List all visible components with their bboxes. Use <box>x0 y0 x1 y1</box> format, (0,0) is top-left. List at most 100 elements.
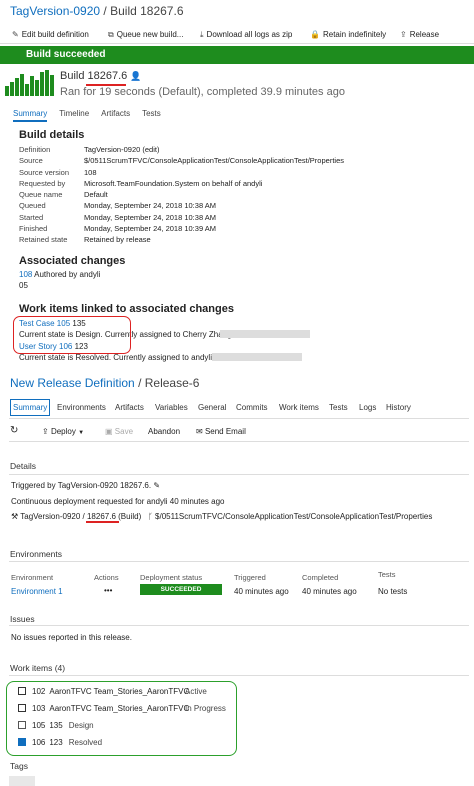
story-icon <box>18 704 26 712</box>
page-header: TagVersion-0920 / Build 18267.6 <box>10 4 184 18</box>
retain-indefinitely-button[interactable]: 🔒 Retain indefinitely <box>310 30 386 39</box>
divider <box>9 441 469 442</box>
build-summary-text: Ran for 19 seconds (Default), completed … <box>60 86 345 98</box>
detail-row: Retained state Retained by release <box>19 235 459 246</box>
lock-icon: 🔒 <box>310 30 320 39</box>
queue-new-build-button[interactable]: ⧉ Queue new build... <box>108 30 183 40</box>
detail-row: Queue name Default <box>19 190 459 201</box>
detail-key: Queue name <box>19 190 63 200</box>
detail-row: Queued Monday, September 24, 2018 10:38 A… <box>19 201 459 212</box>
abandon-button[interactable]: Abandon <box>148 427 180 436</box>
tab-summary[interactable]: Summary <box>13 109 47 118</box>
detail-value[interactable]: Default <box>84 190 108 201</box>
details-title: Details <box>10 461 36 471</box>
release-tab-history[interactable]: History <box>386 403 411 412</box>
linked-work-items-title: Work items linked to associated changes <box>19 303 234 315</box>
tab-timeline[interactable]: Timeline <box>59 109 89 118</box>
build-details-list: Definition TagVersion-0920 (edit) Source $/… <box>19 145 459 247</box>
release-icon: ⇪ <box>400 30 407 39</box>
triggered-text: Triggered by TagVersion-0920 18267.6. ✎ <box>11 481 161 490</box>
actions-more-icon[interactable]: ••• <box>104 586 112 595</box>
edit-build-definition-button[interactable]: ✎ Edit build definition <box>12 30 89 39</box>
divider <box>9 625 469 626</box>
release-tab-general[interactable]: General <box>198 403 226 412</box>
artifact-build-number[interactable]: 18267.6 <box>87 512 116 521</box>
release-tab-commits[interactable]: Commits <box>236 403 268 412</box>
detail-value[interactable]: $/0511ScrumTFVC/ConsoleApplicationTest/C… <box>84 156 344 167</box>
artifact-line: ⚒ TagVersion-0920 / 18267.6 (Build) <box>11 512 142 521</box>
release-title: New Release Definition / Release-6 <box>10 376 200 390</box>
release-definition-link[interactable]: New Release Definition <box>10 376 135 390</box>
col-triggered: Triggered <box>234 573 266 582</box>
deploy-button[interactable]: ⇪ Deploy ▼ <box>42 427 84 436</box>
release-tab-artifacts[interactable]: Artifacts <box>115 403 144 412</box>
pencil-icon: ✎ <box>12 30 19 39</box>
release-tab-work-items[interactable]: Work items <box>279 403 319 412</box>
changeset-link[interactable]: 108 <box>19 270 32 279</box>
redacted-email <box>212 353 302 361</box>
status-badge: SUCCEEDED <box>140 584 222 595</box>
issues-text: No issues reported in this release. <box>11 633 132 642</box>
work-items-title: Work items (4) <box>10 663 66 673</box>
add-tag-button[interactable] <box>9 776 35 786</box>
detail-key: Source version <box>19 167 70 177</box>
detail-row: Definition TagVersion-0920 (edit) <box>19 145 459 156</box>
release-tab-environments[interactable]: Environments <box>57 403 106 412</box>
col-environment: Environment <box>11 573 54 582</box>
build-number: 18267.6 <box>87 70 128 82</box>
changeset-line: 108 Authored by andyli <box>19 270 101 279</box>
release-tab-variables[interactable]: Variables <box>155 403 188 412</box>
tab-artifacts[interactable]: Artifacts <box>101 109 130 118</box>
detail-value[interactable]: TagVersion-0920 (edit) <box>84 145 159 156</box>
send-email-button[interactable]: ✉ Send Email <box>196 427 246 436</box>
work-item-103[interactable]: 103 AaronTFVC Team_Stories_AaronTFVC In Pr… <box>18 704 226 713</box>
detail-value[interactable]: 108 <box>84 168 97 179</box>
release-tab-tests[interactable]: Tests <box>329 403 348 412</box>
work-item-105[interactable]: 105 135 Design <box>18 721 94 730</box>
release-tab-summary[interactable]: Summary <box>10 399 51 416</box>
environment-1-link[interactable]: Environment 1 <box>11 587 63 596</box>
col-completed: Completed <box>302 573 339 582</box>
linked-item-2-state: Current state is Resolved. Currently ass… <box>19 353 212 362</box>
divider <box>9 474 469 475</box>
divider <box>9 561 469 562</box>
email-icon: ✉ <box>196 427 203 436</box>
download-logs-button[interactable]: ⤓ Download all logs as zip <box>200 30 292 40</box>
release-tab-logs[interactable]: Logs <box>359 403 376 412</box>
work-item-106[interactable]: 106 123 Resolved <box>18 738 102 747</box>
branch-icon: ᚴ <box>148 512 153 521</box>
detail-key: Source <box>19 156 43 166</box>
detail-key: Queued <box>19 201 46 211</box>
detail-value: Microsoft.TeamFoundation.System on behal… <box>84 178 263 188</box>
detail-key: Finished <box>19 224 48 234</box>
detail-value: Monday, September 24, 2018 10:39 AM <box>84 224 217 234</box>
refresh-icon[interactable]: ↻ <box>10 425 18 436</box>
detail-key: Definition <box>19 145 51 154</box>
queue-icon: ⧉ <box>108 30 114 39</box>
detail-row: Finished Monday, September 24, 2018 10:39… <box>19 224 459 235</box>
detail-value: Retained by release <box>84 235 151 245</box>
redacted-email <box>220 330 310 338</box>
detail-row: Source version 108 <box>19 168 459 179</box>
save-icon: ▣ <box>105 427 113 436</box>
definition-link[interactable]: TagVersion-0920 <box>10 4 100 18</box>
completed-time: 40 minutes ago <box>302 587 357 596</box>
tests-value: No tests <box>378 587 408 596</box>
tab-tests[interactable]: Tests <box>142 109 161 118</box>
detail-row: Source $/0511ScrumTFVC/ConsoleApplication… <box>19 156 459 167</box>
build-number-line: Build 18267.6 👤 <box>60 70 142 82</box>
story-icon <box>18 687 26 695</box>
work-item-102[interactable]: 102 AaronTFVC Team_Stories_AaronTFVC Activ… <box>18 687 207 696</box>
col-tests: Tests <box>378 570 396 579</box>
build-status-banner: Build succeeded <box>0 46 474 64</box>
artifact-source-path: ᚴ $/0511ScrumTFVC/ConsoleApplicationTest… <box>148 512 433 521</box>
detail-key: Retained state <box>19 235 68 245</box>
save-button[interactable]: ▣ Save <box>105 427 133 436</box>
release-button[interactable]: ⇪ Release <box>400 30 439 39</box>
build-history-chart[interactable] <box>5 70 56 96</box>
pencil-icon[interactable]: ✎ <box>153 481 160 490</box>
issues-title: Issues <box>10 614 35 624</box>
red-highlight-box <box>13 316 131 354</box>
download-icon: ⤓ <box>200 30 204 39</box>
detail-row: Requested by Microsoft.TeamFoundation.Sys… <box>19 179 459 190</box>
